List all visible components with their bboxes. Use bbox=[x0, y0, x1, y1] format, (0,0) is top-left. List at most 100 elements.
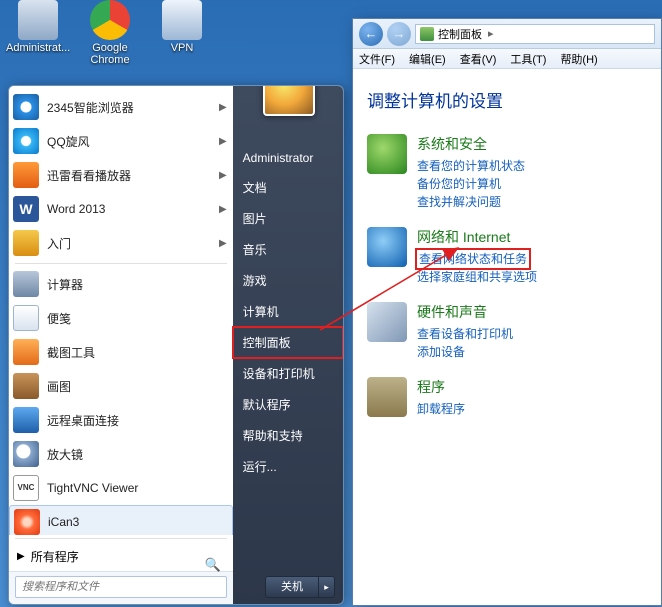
chrome-icon bbox=[90, 0, 130, 40]
category-link[interactable]: 查找并解决问题 bbox=[417, 193, 525, 211]
start-item-12[interactable]: iCan3 bbox=[9, 505, 233, 535]
category-icon bbox=[367, 377, 407, 417]
category-title[interactable]: 程序 bbox=[417, 377, 465, 397]
start-rlink-运行...[interactable]: 运行... bbox=[233, 451, 343, 482]
nav-forward-button[interactable]: → bbox=[387, 22, 411, 46]
start-item-label: 画图 bbox=[47, 378, 71, 395]
desktop: Administrat... Google Chrome VPN 2345智能浏… bbox=[0, 0, 662, 607]
app-icon bbox=[13, 271, 39, 297]
start-item-9[interactable]: 远程桌面连接 bbox=[9, 403, 233, 437]
category-link[interactable]: 查看您的计算机状态 bbox=[417, 157, 525, 175]
start-item-label: 截图工具 bbox=[47, 344, 95, 361]
start-item-4[interactable]: 入门▶ bbox=[9, 226, 233, 260]
category-link[interactable]: 备份您的计算机 bbox=[417, 175, 525, 193]
menu-查看(V)[interactable]: 查看(V) bbox=[460, 51, 497, 67]
category-link[interactable]: 查看网络状态和任务 bbox=[417, 250, 529, 268]
app-icon bbox=[13, 441, 39, 467]
start-item-label: iCan3 bbox=[48, 515, 79, 529]
start-item-11[interactable]: TightVNC Viewer bbox=[9, 471, 233, 505]
vpn-icon bbox=[162, 0, 202, 40]
desktop-icon-label: Administrat... bbox=[6, 42, 70, 54]
category-title[interactable]: 硬件和声音 bbox=[417, 302, 513, 322]
start-item-label: Word 2013 bbox=[47, 202, 105, 216]
start-item-2[interactable]: 迅雷看看播放器 ▶ bbox=[9, 158, 233, 192]
start-item-label: 便笺 bbox=[47, 310, 71, 327]
category-link[interactable]: 添加设备 bbox=[417, 343, 513, 361]
user-avatar[interactable] bbox=[263, 85, 315, 116]
app-icon bbox=[13, 162, 39, 188]
start-item-3[interactable]: Word 2013▶ bbox=[9, 192, 233, 226]
start-rlink-计算机[interactable]: 计算机 bbox=[233, 296, 343, 327]
separator bbox=[15, 538, 227, 539]
submenu-arrow-icon: ▶ bbox=[219, 238, 227, 249]
category-title[interactable]: 网络和 Internet bbox=[417, 227, 537, 247]
start-item-label: 远程桌面连接 bbox=[47, 412, 119, 429]
category-0: 系统和安全查看您的计算机状态备份您的计算机查找并解决问题 bbox=[367, 134, 653, 211]
submenu-arrow-icon: ▶ bbox=[219, 102, 227, 113]
app-icon bbox=[13, 196, 39, 222]
start-item-10[interactable]: 放大镜 bbox=[9, 437, 233, 471]
start-item-label: 迅雷看看播放器 bbox=[47, 167, 131, 184]
category-text: 网络和 Internet 查看网络状态和任务选择家庭组和共享选项 bbox=[417, 227, 537, 286]
menu-编辑(E)[interactable]: 编辑(E) bbox=[409, 51, 446, 67]
search-input[interactable] bbox=[15, 576, 227, 598]
app-icon bbox=[13, 305, 39, 331]
category-3: 程序卸载程序 bbox=[367, 377, 653, 418]
category-1: 网络和 Internet 查看网络状态和任务选择家庭组和共享选项 bbox=[367, 227, 653, 286]
nav-back-button[interactable]: ← bbox=[359, 22, 383, 46]
start-rlink-设备和打印机[interactable]: 设备和打印机 bbox=[233, 358, 343, 389]
shutdown-options-button[interactable]: ▸ bbox=[319, 576, 335, 598]
start-rlink-游戏[interactable]: 游戏 bbox=[233, 265, 343, 296]
menu-帮助(H)[interactable]: 帮助(H) bbox=[560, 51, 597, 67]
triangle-right-icon: ▶ bbox=[17, 551, 25, 562]
start-rlink-文档[interactable]: 文档 bbox=[233, 172, 343, 203]
menu-工具(T)[interactable]: 工具(T) bbox=[510, 51, 546, 67]
start-rlink-帮助和支持[interactable]: 帮助和支持 bbox=[233, 420, 343, 451]
start-item-5[interactable]: 计算器 bbox=[9, 267, 233, 301]
category-link[interactable]: 选择家庭组和共享选项 bbox=[417, 268, 537, 286]
start-item-6[interactable]: 便笺 bbox=[9, 301, 233, 335]
start-item-7[interactable]: 截图工具 bbox=[9, 335, 233, 369]
app-icon bbox=[13, 373, 39, 399]
address-text: 控制面板 bbox=[438, 26, 482, 42]
all-programs-label: 所有程序 bbox=[31, 548, 79, 565]
category-link[interactable]: 查看设备和打印机 bbox=[417, 325, 513, 343]
start-item-8[interactable]: 画图 bbox=[9, 369, 233, 403]
app-icon bbox=[13, 475, 39, 501]
category-text: 程序卸载程序 bbox=[417, 377, 465, 418]
desktop-icon-label: Google Chrome bbox=[78, 42, 142, 66]
start-rlink-音乐[interactable]: 音乐 bbox=[233, 234, 343, 265]
control-panel-body: 调整计算机的设置 系统和安全查看您的计算机状态备份您的计算机查找并解决问题网络和… bbox=[353, 69, 661, 442]
start-menu-items: 2345智能浏览器▶QQ旋风▶迅雷看看播放器▶Word 2013▶入门▶计算器便… bbox=[9, 86, 233, 535]
start-item-label: 计算器 bbox=[47, 276, 83, 293]
menu-文件(F)[interactable]: 文件(F) bbox=[359, 51, 395, 67]
submenu-arrow-icon: ▶ bbox=[219, 170, 227, 181]
start-item-label: QQ旋风 bbox=[47, 133, 90, 150]
start-menu: 2345智能浏览器▶QQ旋风▶迅雷看看播放器▶Word 2013▶入门▶计算器便… bbox=[8, 85, 344, 605]
desktop-icon-vpn[interactable]: VPN bbox=[150, 0, 214, 54]
address-bar[interactable]: 控制面板 ▸ bbox=[415, 24, 655, 44]
shutdown-button[interactable]: 关机 bbox=[265, 576, 319, 598]
all-programs[interactable]: ▶ 所有程序 bbox=[9, 542, 233, 571]
submenu-arrow-icon: ▶ bbox=[219, 136, 227, 147]
category-title[interactable]: 系统和安全 bbox=[417, 134, 525, 154]
separator bbox=[15, 263, 227, 264]
start-rlink-图片[interactable]: 图片 bbox=[233, 203, 343, 234]
start-item-0[interactable]: 2345智能浏览器▶ bbox=[9, 90, 233, 124]
app-icon bbox=[13, 407, 39, 433]
start-rlink-默认程序[interactable]: 默认程序 bbox=[233, 389, 343, 420]
desktop-icon-admin[interactable]: Administrat... bbox=[6, 0, 70, 54]
user-name[interactable]: Administrator bbox=[233, 144, 343, 172]
start-item-1[interactable]: QQ旋风 ▶ bbox=[9, 124, 233, 158]
app-icon bbox=[13, 230, 39, 256]
explorer-navbar: ← → 控制面板 ▸ bbox=[353, 19, 661, 49]
start-rlink-控制面板[interactable]: 控制面板 bbox=[233, 327, 343, 358]
desktop-icon-chrome[interactable]: Google Chrome bbox=[78, 0, 142, 66]
app-icon bbox=[14, 509, 40, 535]
category-text: 系统和安全查看您的计算机状态备份您的计算机查找并解决问题 bbox=[417, 134, 525, 211]
control-panel-window: ← → 控制面板 ▸ 文件(F)编辑(E)查看(V)工具(T)帮助(H) 调整计… bbox=[352, 18, 662, 606]
app-icon bbox=[13, 339, 39, 365]
category-link[interactable]: 卸载程序 bbox=[417, 400, 465, 418]
control-panel-icon bbox=[420, 27, 434, 41]
folder-icon bbox=[18, 0, 58, 40]
